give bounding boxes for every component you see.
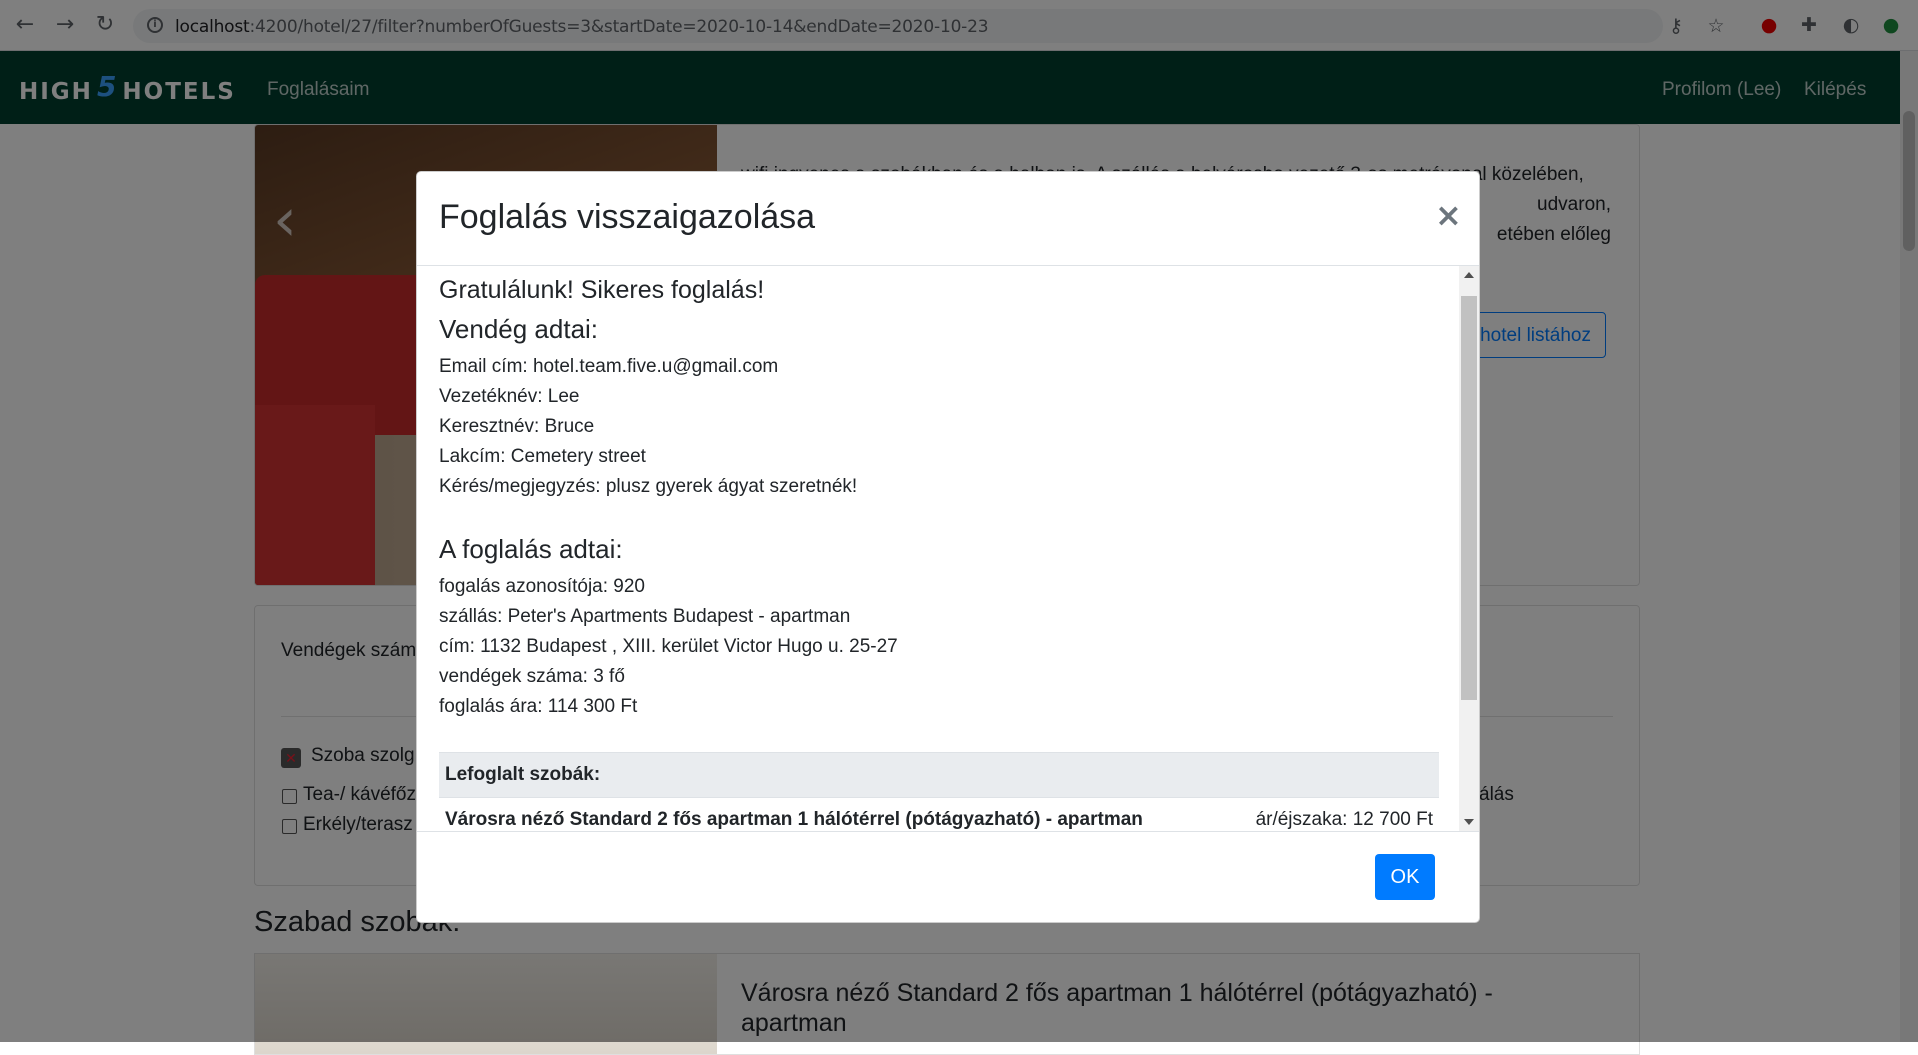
guest-address: Lakcím: Cemetery street	[439, 446, 646, 467]
modal-title: Foglalás visszaigazolása	[439, 198, 816, 236]
table-row: Városra néző Standard 2 fős apartman 1 h…	[439, 798, 1439, 831]
booking-price: foglalás ára: 114 300 Ft	[439, 696, 638, 717]
booking-confirmation-modal: Foglalás visszaigazolása × Gratulálunk! …	[416, 171, 1480, 923]
guest-firstname: Keresztnév: Bruce	[439, 416, 595, 437]
modal-body[interactable]: Gratulálunk! Sikeres foglalás! Vendég ad…	[417, 266, 1479, 831]
booked-rooms-table: Lefoglalt szobák: Városra néző Standard …	[439, 752, 1439, 831]
modal-footer: OK	[417, 831, 1479, 923]
scroll-thumb[interactable]	[1461, 296, 1477, 700]
success-message: Gratulálunk! Sikeres foglalás!	[439, 276, 765, 304]
modal-header: Foglalás visszaigazolása ×	[417, 172, 1479, 266]
booking-heading: A foglalás adtai:	[439, 534, 623, 564]
booking-guests: vendégek száma: 3 fő	[439, 666, 625, 687]
guest-email: Email cím: hotel.team.five.u@gmail.com	[439, 356, 779, 377]
guest-heading: Vendég adtai:	[439, 314, 599, 344]
table-header: Lefoglalt szobák:	[439, 752, 1439, 798]
booking-id: fogalás azonosítója: 920	[439, 576, 645, 597]
booking-accommodation: szállás: Peter's Apartments Budapest - a…	[439, 606, 851, 627]
ok-button[interactable]: OK	[1375, 854, 1435, 900]
guest-lastname: Vezetéknév: Lee	[439, 386, 580, 407]
close-icon[interactable]: ×	[1435, 196, 1462, 234]
modal-scrollbar[interactable]	[1459, 266, 1479, 831]
guest-note: Kérés/megjegyzés: plusz gyerek ágyat sze…	[439, 476, 858, 497]
scroll-down-icon[interactable]	[1464, 819, 1474, 825]
scroll-up-icon[interactable]	[1464, 272, 1474, 278]
room-price: ár/éjszaka: 12 700 Ft	[1255, 809, 1433, 830]
booking-address: cím: 1132 Budapest , XIII. kerület Victo…	[439, 636, 898, 657]
room-name: Városra néző Standard 2 fős apartman 1 h…	[445, 809, 1143, 830]
